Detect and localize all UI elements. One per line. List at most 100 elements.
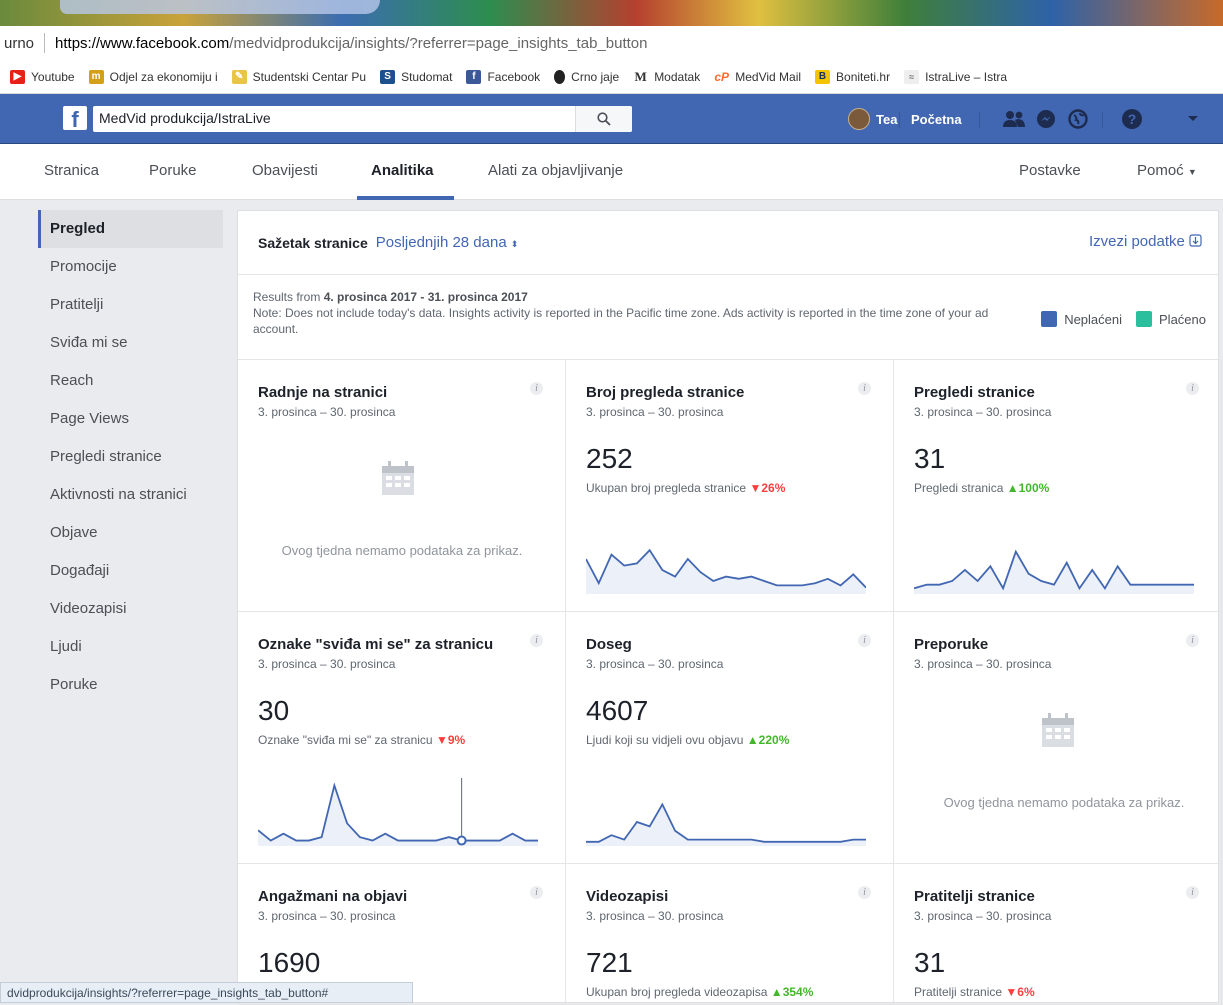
- facebook-top-bar: f MedVid produkcija/IstraLive Tea Početn…: [0, 94, 1223, 144]
- sidebar-item-aktivnosti[interactable]: Aktivnosti na stranici: [38, 476, 223, 514]
- account-menu-button[interactable]: [1187, 106, 1199, 132]
- bookmark-label: Youtube: [31, 69, 75, 84]
- metric-subtitle-text: Oznake "sviđa mi se" za stranicu: [258, 733, 433, 747]
- hover-point[interactable]: [456, 835, 467, 846]
- nav-divider: [899, 112, 900, 128]
- card-pregledi-stranice[interactable]: Pregledi stranice 3. prosinca – 30. pros…: [894, 360, 1222, 612]
- info-icon[interactable]: i: [1186, 634, 1199, 647]
- tab-alati-za-objavljivanje[interactable]: Alati za objavljivanje: [488, 162, 623, 179]
- bookmark-studentski-centar[interactable]: ✎ Studentski Centar Pu: [231, 69, 366, 84]
- messenger-button[interactable]: [1036, 106, 1056, 132]
- trend-down-indicator: ▼6%: [1005, 985, 1035, 999]
- results-info: Results from 4. prosinca 2017 - 31. pros…: [253, 289, 1013, 337]
- sidebar-item-objave[interactable]: Objave: [38, 514, 223, 552]
- info-icon[interactable]: i: [530, 382, 543, 395]
- modatak-icon: M: [633, 68, 649, 84]
- card-date: 3. prosinca – 30. prosinca: [258, 405, 396, 419]
- youtube-icon: ▶: [10, 69, 25, 84]
- bookmark-odjel[interactable]: m Odjel za ekonomiju i: [88, 69, 218, 84]
- card-preporuke[interactable]: Preporuke 3. prosinca – 30. prosinca i O…: [894, 612, 1222, 864]
- card-title: Pratitelji stranice: [914, 888, 1035, 905]
- info-icon[interactable]: i: [1186, 382, 1199, 395]
- tab-poruke[interactable]: Poruke: [149, 162, 197, 179]
- tab-postavke[interactable]: Postavke: [1019, 162, 1081, 179]
- studentski-centar-icon: ✎: [231, 69, 247, 84]
- bookmark-facebook[interactable]: f Facebook: [466, 69, 541, 84]
- sidebar-item-dogadaji[interactable]: Događaji: [38, 552, 223, 590]
- home-link[interactable]: Početna: [911, 106, 962, 132]
- tab-pomoc[interactable]: Pomoć ▼: [1137, 162, 1197, 179]
- card-pratitelji-stranice[interactable]: Pratitelji stranice 3. prosinca – 30. pr…: [894, 864, 1222, 1005]
- calendar-icon: [1042, 713, 1074, 747]
- card-radnje-na-stranici[interactable]: Radnje na stranici 3. prosinca – 30. pro…: [238, 360, 566, 612]
- help-icon: ?: [1122, 109, 1142, 129]
- profile-link[interactable]: Tea: [848, 106, 897, 132]
- trend-percent: 6%: [1017, 985, 1035, 999]
- sidebar-item-poruke[interactable]: Poruke: [38, 666, 223, 704]
- bookmark-crno-jaje[interactable]: Crno jaje: [554, 69, 619, 84]
- status-bar: dvidprodukcija/insights/?referrer=page_i…: [0, 982, 413, 1003]
- sidebar-item-reach[interactable]: Reach: [38, 362, 223, 400]
- studomat-icon: S: [380, 69, 396, 84]
- sidebar-item-pratitelji[interactable]: Pratitelji: [38, 286, 223, 324]
- export-label: Izvezi podatke: [1088, 233, 1185, 250]
- tab-pomoc-label: Pomoć: [1137, 162, 1184, 179]
- card-date: 3. prosinca – 30. prosinca: [586, 909, 724, 923]
- sidebar-item-page-views[interactable]: Page Views: [38, 400, 223, 438]
- tab-obavijesti[interactable]: Obavijesti: [252, 162, 318, 179]
- bookmark-studomat[interactable]: S Studomat: [380, 69, 452, 84]
- bookmark-istralive[interactable]: ≈ IstraLive – Istra: [904, 69, 1007, 84]
- timezone-note: Note: Does not include today's data. Ins…: [253, 306, 989, 336]
- date-range-label: Posljednjih 28 dana: [375, 234, 507, 251]
- info-icon[interactable]: i: [858, 634, 871, 647]
- date-range-selector[interactable]: Posljednjih 28 dana ⬍: [376, 234, 519, 251]
- help-button[interactable]: ?: [1121, 106, 1143, 132]
- sparkline-area: [258, 785, 538, 846]
- sidebar-item-pregled[interactable]: Pregled: [38, 210, 223, 248]
- bookmark-boniteti[interactable]: B Boniteti.hr: [815, 69, 890, 84]
- tab-stranica[interactable]: Stranica: [44, 162, 99, 179]
- facebook-logo-icon[interactable]: f: [63, 106, 87, 132]
- nav-divider: [1102, 112, 1103, 128]
- info-icon[interactable]: i: [858, 886, 871, 899]
- search-button[interactable]: [575, 106, 632, 132]
- sidebar-item-promocije[interactable]: Promocije: [38, 248, 223, 286]
- metric-value: 721: [586, 947, 633, 978]
- search-icon: [597, 112, 611, 126]
- bookmark-label: Odjel za ekonomiju i: [109, 69, 218, 84]
- export-data-link[interactable]: Izvezi podatke: [1089, 233, 1202, 250]
- card-date: 3. prosinca – 30. prosinca: [586, 657, 724, 671]
- notifications-button[interactable]: [1068, 106, 1088, 132]
- card-oznake-svida-mi-se[interactable]: Oznake "sviđa mi se" za stranicu 3. pros…: [238, 612, 566, 864]
- card-broj-pregleda-stranice[interactable]: Broj pregleda stranice 3. prosinca – 30.…: [566, 360, 894, 612]
- insights-sidebar: Pregled Promocije Pratitelji Sviđa mi se…: [38, 210, 223, 704]
- bookmark-modatak[interactable]: M Modatak: [633, 68, 700, 84]
- metric-subtitle: Oznake "sviđa mi se" za stranicu ▼9%: [258, 733, 565, 747]
- sidebar-item-pregledi-stranice[interactable]: Pregledi stranice: [38, 438, 223, 476]
- card-videozapisi[interactable]: Videozapisi 3. prosinca – 30. prosinca i…: [566, 864, 894, 1005]
- info-icon[interactable]: i: [1186, 886, 1199, 899]
- bookmark-youtube[interactable]: ▶ Youtube: [10, 69, 75, 84]
- card-date: 3. prosinca – 30. prosinca: [914, 909, 1052, 923]
- results-prefix: Results from: [253, 290, 321, 304]
- empty-state-text: Ovog tjedna nemamo podataka za prikaz.: [281, 543, 523, 558]
- tab-analitika[interactable]: Analitika: [371, 162, 434, 179]
- sidebar-item-svida-mi-se[interactable]: Sviđa mi se: [38, 324, 223, 362]
- sort-arrows-icon: ⬍: [510, 239, 519, 249]
- friend-requests-button[interactable]: [1002, 106, 1026, 132]
- card-title: Radnje na stranici: [258, 384, 388, 401]
- boniteti-icon: B: [815, 69, 831, 84]
- sparkline-page-previews: [914, 549, 1194, 594]
- info-icon[interactable]: i: [530, 886, 543, 899]
- info-icon[interactable]: i: [530, 634, 543, 647]
- trend-up-indicator: ▲354%: [770, 985, 814, 999]
- bookmark-label: Facebook: [487, 69, 541, 84]
- sidebar-item-ljudi[interactable]: Ljudi: [38, 628, 223, 666]
- card-doseg[interactable]: Doseg 3. prosinca – 30. prosinca i 4607 …: [566, 612, 894, 864]
- bookmark-medvid-mail[interactable]: cP MedVid Mail: [714, 69, 801, 84]
- summary-title: Sažetak stranice: [258, 234, 368, 251]
- sidebar-item-videozapisi[interactable]: Videozapisi: [38, 590, 223, 628]
- search-input[interactable]: MedVid produkcija/IstraLive: [93, 106, 632, 132]
- address-bar[interactable]: urno https://www.facebook.com/medvidprod…: [0, 26, 1223, 60]
- info-icon[interactable]: i: [858, 382, 871, 395]
